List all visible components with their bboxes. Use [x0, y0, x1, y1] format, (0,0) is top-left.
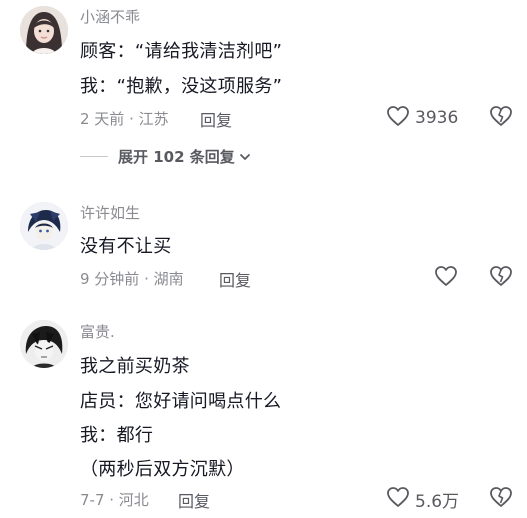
heart-outline-icon: [434, 265, 458, 291]
comment-username[interactable]: 许许如生: [80, 202, 140, 223]
comment-text-line: 我：都行: [80, 425, 154, 446]
comment-text-line: 我之前买奶茶: [80, 356, 190, 377]
expand-replies-button[interactable]: 展开 102 条回复: [80, 146, 251, 167]
comment-username[interactable]: 小涵不乖: [80, 6, 140, 27]
comment-meta: 7-7 · 河北: [80, 491, 149, 509]
comment-text-line: 店员：您好请问喝点什么: [80, 391, 282, 412]
reply-button[interactable]: 回复: [178, 488, 210, 512]
avatar[interactable]: [20, 320, 68, 368]
like-button[interactable]: [434, 265, 458, 291]
divider-line: [80, 156, 108, 157]
avatar[interactable]: [20, 6, 68, 54]
expand-replies-label: 展开 102 条回复: [118, 148, 235, 166]
dislike-button[interactable]: [489, 486, 513, 512]
comment-meta: 2 天前 · 江苏: [80, 110, 169, 128]
like-count: 5.6万: [415, 491, 460, 512]
dislike-button[interactable]: [489, 105, 513, 131]
broken-heart-icon: [489, 106, 513, 131]
reply-button[interactable]: 回复: [219, 267, 251, 291]
comment-text-line: 顾客：“请给我清洁剂吧”: [80, 41, 283, 62]
comment-username[interactable]: 富贵.: [80, 321, 115, 342]
comment-text-line: 没有不让买: [80, 236, 172, 257]
comment-text-line: 我：“抱歉，没这项服务”: [80, 76, 283, 97]
comment-text-line: （两秒后双方沉默）: [80, 459, 245, 480]
avatar[interactable]: [20, 202, 68, 250]
heart-outline-icon: [386, 486, 410, 512]
like-count: 3936: [415, 108, 459, 128]
broken-heart-icon: [489, 266, 513, 291]
reply-button[interactable]: 回复: [200, 107, 232, 131]
like-button[interactable]: 3936: [386, 105, 458, 131]
chevron-down-icon: [239, 151, 251, 163]
comment-meta: 9 分钟前 · 湖南: [80, 270, 184, 288]
heart-outline-icon: [386, 105, 410, 131]
broken-heart-icon: [489, 487, 513, 512]
like-button[interactable]: 5.6万: [386, 486, 459, 512]
dislike-button[interactable]: [489, 265, 513, 291]
